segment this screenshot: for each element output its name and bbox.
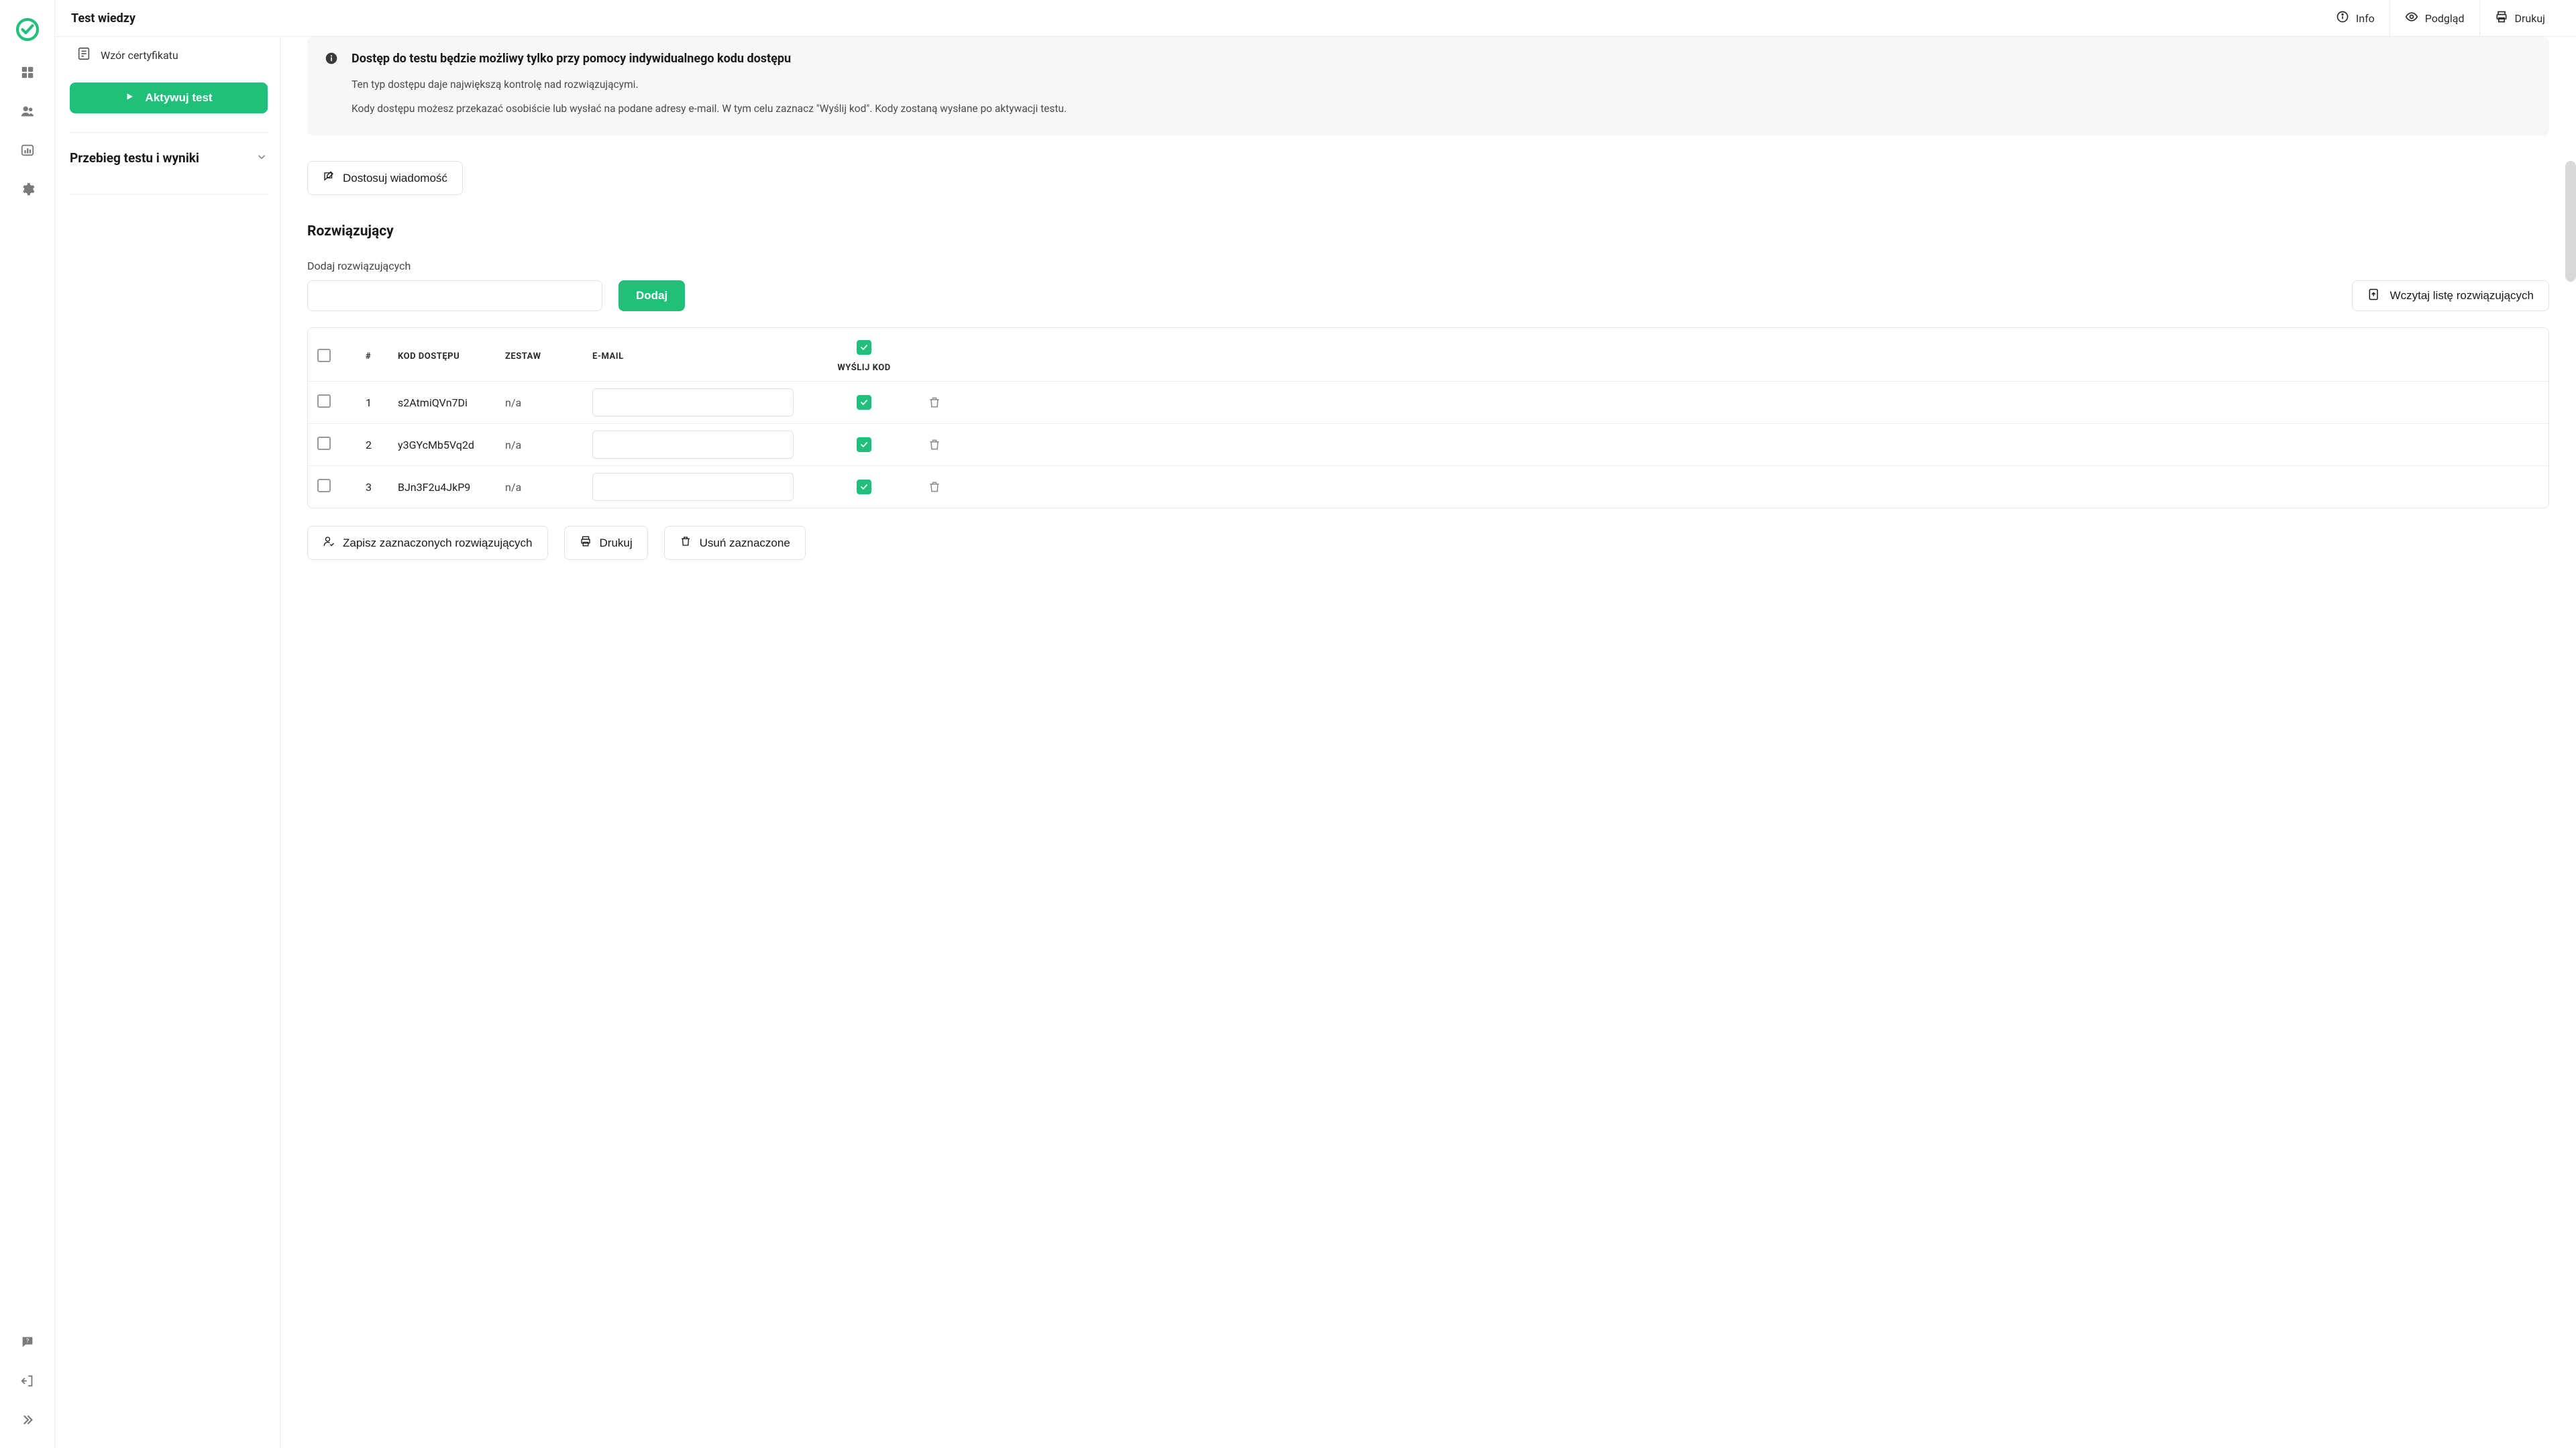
row-set: n/a xyxy=(505,396,592,409)
sidebar-item-certificate-label: Wzór certyfikatu xyxy=(101,49,178,62)
col-code: KOD DOSTĘPU xyxy=(398,351,505,361)
info-headline: Dostęp do testu będzie możliwy tylko prz… xyxy=(352,52,2532,66)
scrollbar[interactable] xyxy=(2565,161,2576,282)
topbar-preview-button[interactable]: Podgląd xyxy=(2390,0,2479,37)
info-icon xyxy=(2336,10,2349,26)
delete-selected-button[interactable]: Usuń zaznaczone xyxy=(664,526,806,560)
row-code: s2AtmiQVn7Di xyxy=(398,396,505,409)
row-send-checkbox[interactable] xyxy=(857,437,871,452)
save-selected-label: Zapisz zaznaczonych rozwiązujących xyxy=(343,537,533,550)
row-index: 3 xyxy=(366,481,398,494)
nav-rail: ? xyxy=(0,0,55,1448)
col-index: # xyxy=(366,351,398,361)
activate-test-button[interactable]: Aktywuj test xyxy=(70,82,268,113)
nav-dashboard-icon[interactable] xyxy=(18,63,37,82)
row-set: n/a xyxy=(505,481,592,494)
topbar-print-label: Drukuj xyxy=(2515,12,2546,25)
printer-icon xyxy=(2495,10,2508,26)
page-title: Test wiedzy xyxy=(71,11,136,25)
row-code: y3GYcMb5Vq2d xyxy=(398,439,505,451)
app-logo xyxy=(14,16,41,43)
row-index: 2 xyxy=(366,439,398,451)
row-index: 1 xyxy=(366,396,398,409)
info-paragraph-1: Ten typ dostępu daje największą kontrolę… xyxy=(352,76,2532,93)
nav-results-icon[interactable] xyxy=(18,141,37,160)
activate-test-label: Aktywuj test xyxy=(145,91,212,105)
table-row: 1 s2AtmiQVn7Di n/a xyxy=(308,381,2548,423)
table-row: 2 y3GYcMb5Vq2d n/a xyxy=(308,423,2548,465)
topbar-print-button[interactable]: Drukuj xyxy=(2479,0,2561,37)
solvers-table: # KOD DOSTĘPU ZESTAW E-MAIL WYŚLIJ KOD 1 xyxy=(307,327,2549,508)
customize-message-button[interactable]: Dostosuj wiadomość xyxy=(307,161,463,195)
print-button[interactable]: Drukuj xyxy=(564,526,648,560)
sidebar-item-certificate[interactable]: Wzór certyfikatu xyxy=(70,44,268,70)
add-solvers-input[interactable] xyxy=(307,280,602,311)
row-delete-button[interactable] xyxy=(928,438,941,451)
sidebar-section-results-label: Przebieg testu i wyniki xyxy=(70,150,199,166)
add-button[interactable]: Dodaj xyxy=(619,280,685,311)
svg-text:?: ? xyxy=(25,1338,28,1345)
info-icon xyxy=(325,52,339,117)
nav-settings-icon[interactable] xyxy=(18,180,37,199)
main-content: Dostęp do testu będzie możliwy tylko prz… xyxy=(280,37,2576,1448)
col-set: ZESTAW xyxy=(505,351,592,361)
certificate-icon xyxy=(76,46,91,64)
upload-list-label: Wczytaj listę rozwiązujących xyxy=(2390,289,2534,302)
user-check-icon xyxy=(323,535,335,551)
table-header: # KOD DOSTĘPU ZESTAW E-MAIL WYŚLIJ KOD xyxy=(308,328,2548,381)
row-email-input[interactable] xyxy=(592,388,794,416)
row-checkbox[interactable] xyxy=(317,394,331,408)
select-all-checkbox[interactable] xyxy=(317,349,331,362)
topbar: Test wiedzy Info Podgląd Drukuj xyxy=(55,0,2576,37)
printer-icon xyxy=(580,535,592,551)
delete-selected-label: Usuń zaznaczone xyxy=(700,537,790,550)
add-solvers-label: Dodaj rozwiązujących xyxy=(307,260,2549,272)
nav-expand-icon[interactable] xyxy=(18,1410,37,1429)
play-icon xyxy=(125,91,134,105)
trash-icon xyxy=(680,535,692,551)
row-send-checkbox[interactable] xyxy=(857,395,871,410)
nav-users-icon[interactable] xyxy=(18,102,37,121)
upload-icon xyxy=(2367,288,2381,304)
row-set: n/a xyxy=(505,439,592,451)
row-delete-button[interactable] xyxy=(928,480,941,494)
edit-message-icon xyxy=(323,170,335,186)
row-checkbox[interactable] xyxy=(317,479,331,492)
nav-logout-icon[interactable] xyxy=(18,1372,37,1390)
side-panel: Wzór certyfikatu Aktywuj test Przebieg t… xyxy=(55,37,280,1448)
col-email: E-MAIL xyxy=(592,351,814,361)
row-send-checkbox[interactable] xyxy=(857,480,871,494)
upload-list-button[interactable]: Wczytaj listę rozwiązujących xyxy=(2352,280,2549,311)
row-code: BJn3F2u4JkP9 xyxy=(398,481,505,494)
row-email-input[interactable] xyxy=(592,431,794,459)
row-checkbox[interactable] xyxy=(317,437,331,450)
topbar-preview-label: Podgląd xyxy=(2425,12,2465,25)
row-email-input[interactable] xyxy=(592,473,794,501)
col-send: WYŚLIJ KOD xyxy=(837,363,890,373)
nav-help-icon[interactable]: ? xyxy=(18,1333,37,1351)
topbar-info-button[interactable]: Info xyxy=(2321,0,2390,37)
chevron-down-icon xyxy=(256,151,268,166)
customize-message-label: Dostosuj wiadomość xyxy=(343,172,447,185)
info-banner: Dostęp do testu będzie możliwy tylko prz… xyxy=(307,37,2549,135)
send-all-checkbox[interactable] xyxy=(857,340,871,355)
save-selected-button[interactable]: Zapisz zaznaczonych rozwiązujących xyxy=(307,526,548,560)
eye-icon xyxy=(2405,10,2418,26)
topbar-info-label: Info xyxy=(2356,12,2375,25)
info-paragraph-2: Kody dostępu możesz przekazać osobiście … xyxy=(352,101,2532,117)
table-row: 3 BJn3F2u4JkP9 n/a xyxy=(308,465,2548,508)
solvers-title: Rozwiązujący xyxy=(307,223,2549,239)
print-label: Drukuj xyxy=(600,537,633,550)
row-delete-button[interactable] xyxy=(928,396,941,409)
sidebar-section-results[interactable]: Przebieg testu i wyniki xyxy=(70,132,268,172)
